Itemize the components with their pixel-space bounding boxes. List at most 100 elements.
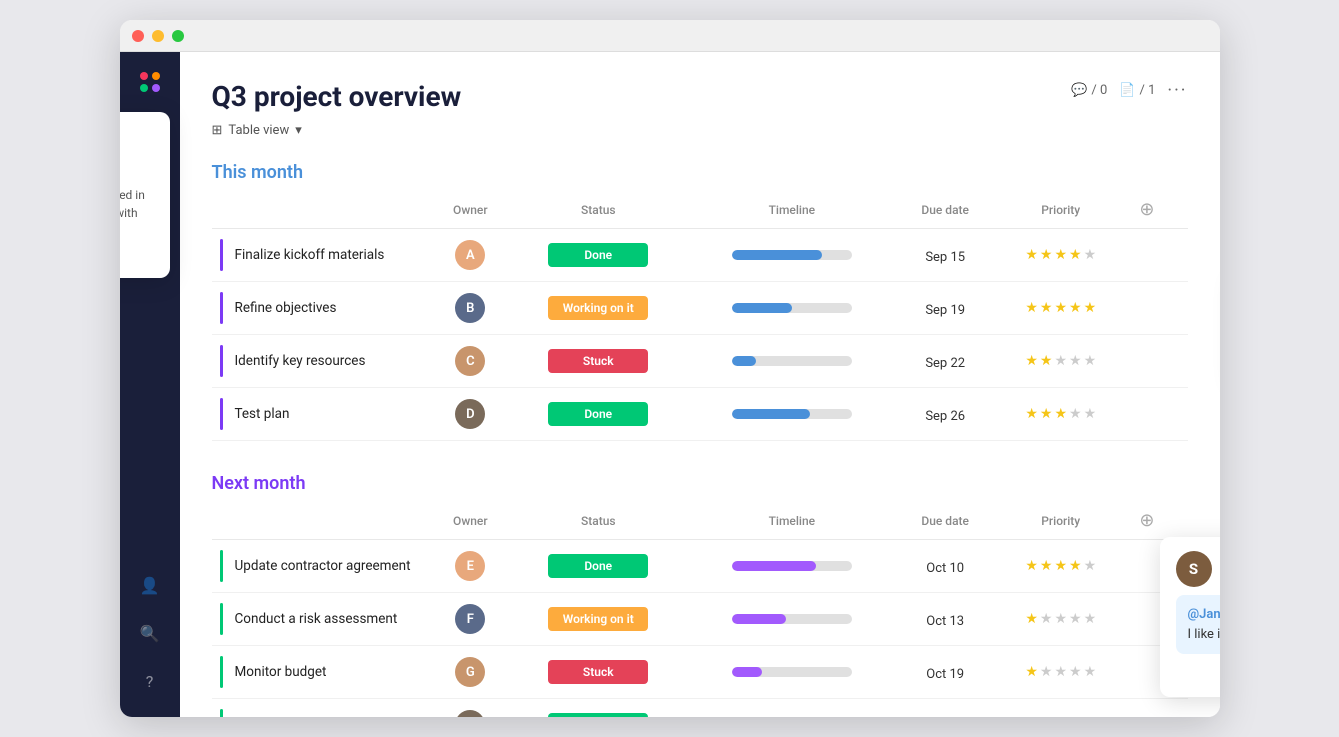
next-month-title: Next month	[212, 473, 1188, 494]
star-filled: ★	[1025, 353, 1038, 369]
star-empty: ★	[1084, 406, 1097, 422]
star-empty: ★	[1054, 611, 1067, 627]
owner-avatar: C	[455, 346, 485, 376]
timeline-bar	[732, 250, 852, 260]
status-badge: Stuck	[548, 660, 648, 684]
table-row[interactable]: Develop communication plan H Done Oct 22…	[212, 699, 1188, 718]
gmail-card: When an update is posted in weekly tasks…	[120, 112, 170, 278]
timeline-fill	[732, 303, 792, 313]
sidebar-help-icon[interactable]: ?	[132, 663, 168, 699]
comment-avatar: S	[1176, 551, 1212, 587]
comment-card: S Steve 2 min ago ⋮ @Jane it looks amazi…	[1160, 537, 1220, 697]
star-filled: ★	[1054, 558, 1067, 574]
star-empty: ★	[1069, 611, 1082, 627]
star-filled: ★	[1069, 247, 1082, 263]
task-name: Refine objectives	[235, 300, 337, 316]
star-empty: ★	[1054, 664, 1067, 680]
task-name-cell: Conduct a risk assessment	[212, 593, 432, 645]
timeline-fill	[732, 614, 786, 624]
star-empty: ★	[1084, 664, 1097, 680]
comment-icon: 💬	[1071, 83, 1087, 98]
gmail-add-board-button[interactable]: + Add to board	[120, 250, 154, 264]
logo-dot-orange	[152, 72, 160, 80]
gmail-logo	[120, 132, 154, 176]
table-row[interactable]: Monitor budget G Stuck Oct 19 ★★★★★	[212, 646, 1188, 699]
timeline-fill	[732, 667, 762, 677]
maximize-dot[interactable]	[172, 30, 184, 42]
view-selector[interactable]: ⊞ Table view ▾	[212, 123, 1188, 138]
owner-avatar: G	[455, 657, 485, 687]
docs-button[interactable]: 📄 / 1	[1119, 83, 1155, 98]
timeline-bar	[732, 303, 852, 313]
next-month-section: Next month Owner Status Timeline Due dat…	[212, 473, 1188, 717]
col-add-next[interactable]: ⊕	[1127, 506, 1187, 540]
owner-avatar: H	[455, 710, 485, 717]
timeline-fill	[732, 561, 816, 571]
owner-avatar: F	[455, 604, 485, 634]
this-month-title: This month	[212, 162, 1188, 183]
priority-stars: ★★★★★	[1002, 558, 1119, 574]
star-filled: ★	[1040, 406, 1053, 422]
star-empty: ★	[1069, 664, 1082, 680]
status-badge: Stuck	[548, 349, 648, 373]
view-label: Table view	[228, 123, 289, 138]
docs-count: / 1	[1139, 83, 1155, 98]
this-month-table: Owner Status Timeline Due date Priority …	[212, 195, 1188, 441]
table-row[interactable]: Test plan D Done Sep 26 ★★★★★	[212, 388, 1188, 441]
row-indicator	[220, 603, 223, 635]
table-row[interactable]: Update contractor agreement E Done Oct 1…	[212, 540, 1188, 593]
add-column-next-button[interactable]: ⊕	[1135, 506, 1158, 535]
comment-user: S Steve 2 min ago	[1176, 551, 1220, 587]
task-name-cell: Develop communication plan	[212, 699, 432, 717]
task-name-cell: Identify key resources	[212, 335, 432, 387]
close-dot[interactable]	[132, 30, 144, 42]
table-row[interactable]: Finalize kickoff materials A Done Sep 15…	[212, 229, 1188, 282]
timeline-fill	[732, 250, 822, 260]
col-add-this[interactable]: ⊕	[1127, 195, 1187, 229]
col-duedate-this: Due date	[896, 195, 994, 229]
row-indicator	[220, 398, 223, 430]
page-title: Q3 project overview	[212, 80, 462, 113]
table-row[interactable]: Identify key resources C Stuck Sep 22 ★★…	[212, 335, 1188, 388]
table-icon: ⊞	[212, 123, 223, 138]
col-priority-this: Priority	[994, 195, 1127, 229]
task-name: Update contractor agreement	[235, 558, 411, 574]
due-date: Oct 13	[926, 614, 964, 629]
more-button[interactable]: ···	[1167, 80, 1187, 101]
add-column-this-button[interactable]: ⊕	[1135, 195, 1158, 224]
row-indicator	[220, 345, 223, 377]
star-filled: ★	[1025, 611, 1038, 627]
star-filled: ★	[1040, 247, 1053, 263]
priority-stars: ★★★★★	[1002, 300, 1119, 316]
sidebar-person-icon[interactable]: 👤	[132, 567, 168, 603]
col-task-name	[212, 195, 432, 229]
sidebar-search-icon[interactable]: 🔍	[132, 615, 168, 651]
main-content: Q3 project overview 💬 / 0 📄 / 1 ··· ⊞ Ta…	[180, 52, 1220, 717]
this-month-section: This month Owner Status Timeline Due dat…	[212, 162, 1188, 441]
minimize-dot[interactable]	[152, 30, 164, 42]
star-filled: ★	[1025, 247, 1038, 263]
col-priority-next: Priority	[994, 506, 1127, 540]
owner-avatar: B	[455, 293, 485, 323]
task-name: Finalize kickoff materials	[235, 247, 385, 263]
task-name-cell: Refine objectives	[212, 282, 432, 334]
app-logo	[132, 64, 168, 100]
status-badge: Done	[548, 243, 648, 267]
browser-titlebar	[120, 20, 1220, 52]
star-filled: ★	[1025, 558, 1038, 574]
star-filled: ★	[1040, 353, 1053, 369]
col-duedate-next: Due date	[896, 506, 994, 540]
col-task-name-next	[212, 506, 432, 540]
star-empty: ★	[1084, 558, 1097, 574]
star-empty: ★	[1084, 247, 1097, 263]
task-name-cell: Finalize kickoff materials	[212, 229, 432, 281]
gmail-description: When an update is posted in weekly tasks…	[120, 186, 154, 240]
comments-button[interactable]: 💬 / 0	[1071, 83, 1107, 98]
status-badge: Working on it	[548, 296, 648, 320]
timeline-bar	[732, 667, 852, 677]
table-row[interactable]: Conduct a risk assessment F Working on i…	[212, 593, 1188, 646]
status-badge: Working on it	[548, 607, 648, 631]
next-month-table: Owner Status Timeline Due date Priority …	[212, 506, 1188, 717]
table-row[interactable]: Refine objectives B Working on it Sep 19…	[212, 282, 1188, 335]
row-indicator	[220, 239, 223, 271]
